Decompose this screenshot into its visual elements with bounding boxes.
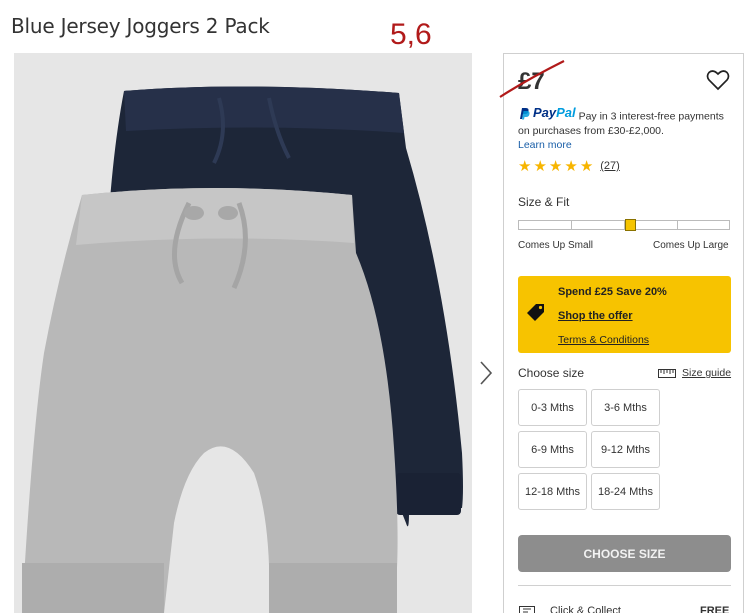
shop-offer-link[interactable]: Shop the offer xyxy=(558,310,633,322)
review-count-link[interactable]: (27) xyxy=(600,160,620,172)
product-image[interactable] xyxy=(14,53,472,613)
paypal-logo-pay: Pay xyxy=(533,105,557,120)
fit-high-label: Comes Up Large xyxy=(653,240,729,251)
joggers-photo-icon xyxy=(14,53,472,613)
star-icon: ★ xyxy=(533,157,547,175)
size-option[interactable]: 6-9 Mths xyxy=(518,431,587,468)
star-icon: ★ xyxy=(579,157,594,175)
paypal-message: Pay Pal Pay in 3 interest-free payments o… xyxy=(518,106,738,152)
annotation-label: 5,6 xyxy=(390,18,432,51)
size-option[interactable]: 18-24 Mths xyxy=(591,473,660,510)
product-panel: £7 Pay Pal Pay in 3 interest-free payment… xyxy=(499,53,744,613)
click-collect-price: FREE xyxy=(700,605,730,613)
divider xyxy=(518,585,731,586)
star-icon: ★ xyxy=(518,157,532,175)
offer-title: Spend £25 Save 20% xyxy=(558,286,667,298)
size-option[interactable]: 3-6 Mths xyxy=(591,389,660,426)
choose-size-title: Choose size xyxy=(518,366,585,380)
paypal-icon xyxy=(520,107,530,119)
fit-low-label: Comes Up Small xyxy=(518,240,594,251)
fit-marker xyxy=(625,219,636,231)
fit-scale xyxy=(518,219,730,231)
fit-scale-tick xyxy=(571,221,572,229)
choose-size-button[interactable]: CHOOSE SIZE xyxy=(518,535,731,572)
size-guide-link[interactable]: Size guide xyxy=(658,367,731,379)
ruler-icon xyxy=(658,368,676,378)
heart-icon[interactable] xyxy=(706,69,730,91)
offer-banner: Spend £25 Save 20% Shop the offer Terms … xyxy=(518,276,731,353)
terms-link[interactable]: Terms & Conditions xyxy=(558,334,649,346)
chevron-right-icon[interactable] xyxy=(478,360,494,386)
star-icon: ★ xyxy=(564,157,578,175)
product-title: Blue Jersey Joggers 2 Pack xyxy=(11,14,270,38)
paypal-logo: Pay Pal xyxy=(518,106,576,120)
star-icon: ★ xyxy=(548,157,563,175)
size-option[interactable]: 12-18 Mths xyxy=(518,473,587,510)
size-option[interactable]: 0-3 Mths xyxy=(518,389,587,426)
fit-scale-tick xyxy=(677,221,678,229)
rating[interactable]: ★ ★ ★ ★ ★ (27) xyxy=(518,158,620,174)
paypal-logo-pal: Pal xyxy=(556,105,576,120)
size-guide-label: Size guide xyxy=(682,367,732,379)
click-collect-label: Click & Collect xyxy=(550,605,621,613)
strikethrough-mark xyxy=(499,60,565,98)
size-option[interactable]: 9-12 Mths xyxy=(591,431,660,468)
size-options: 0-3 Mths 3-6 Mths 6-9 Mths 9-12 Mths 12-… xyxy=(518,389,668,510)
store-icon xyxy=(519,606,535,613)
size-fit-title: Size & Fit xyxy=(518,195,570,209)
learn-more-link[interactable]: Learn more xyxy=(518,139,572,151)
price-tag-icon xyxy=(527,304,544,321)
